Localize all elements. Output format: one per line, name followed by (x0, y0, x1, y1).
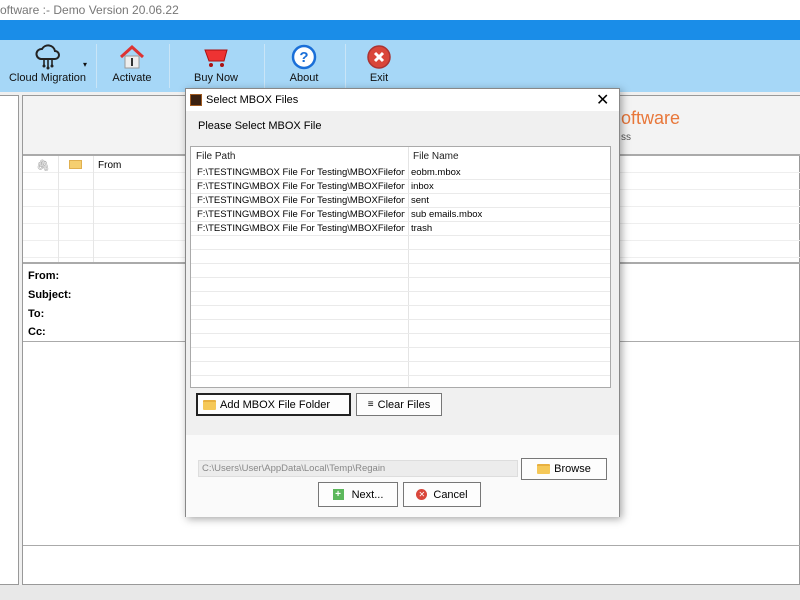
empty-row (191, 292, 610, 306)
file-path-column-header[interactable]: File Path (191, 147, 235, 165)
clear-icon: ≡ (367, 399, 374, 410)
buy-now-label: Buy Now (193, 72, 239, 84)
brand-title: oftware (621, 108, 681, 128)
folder-icon (203, 399, 216, 410)
temp-path-input[interactable] (198, 460, 518, 477)
activate-label: Activate (112, 72, 152, 84)
file-name-cell: sub emails.mbox (411, 209, 483, 220)
empty-row (191, 362, 610, 376)
toolbar: Cloud Migration ▾ Activate Buy Now ? Abo… (0, 40, 800, 92)
empty-row (191, 236, 610, 250)
attachment-icon: 🖇 (36, 160, 50, 172)
window-title: oftware :- Demo Version 20.06.22 (0, 0, 800, 20)
column-divider (58, 156, 59, 262)
file-path-cell: F:\TESTING\MBOX File For Testing\MBOXFil… (197, 181, 405, 192)
empty-row (191, 278, 610, 292)
next-button[interactable]: + Next... (318, 482, 398, 507)
plus-icon: + (332, 489, 344, 500)
cart-icon (204, 49, 228, 67)
subject-label: Subject: (28, 289, 72, 301)
file-row[interactable]: F:\TESTING\MBOX File For Testing\MBOXFil… (191, 222, 610, 236)
svg-text:?: ? (299, 49, 308, 66)
instruction-label: Please Select MBOX File (198, 120, 322, 132)
folder-icon (537, 464, 551, 474)
from-label: From: (28, 270, 60, 282)
empty-row (191, 348, 610, 362)
brand-subtitle: ss (621, 132, 631, 143)
select-mbox-dialog: Select MBOX Files ✕ Please Select MBOX F… (185, 88, 620, 517)
status-bar (0, 585, 800, 600)
file-path-cell: F:\TESTING\MBOX File For Testing\MBOXFil… (197, 195, 405, 206)
folder-tree-panel[interactable] (0, 95, 19, 585)
file-row[interactable]: F:\TESTING\MBOX File For Testing\MBOXFil… (191, 194, 610, 208)
close-circle-icon (367, 45, 391, 69)
from-column-header[interactable]: From (98, 160, 121, 171)
file-name-cell: trash (411, 223, 433, 234)
about-button[interactable]: ? About (265, 40, 343, 92)
cancel-label: Cancel (433, 488, 468, 501)
close-icon[interactable]: ✕ (596, 90, 609, 110)
file-path-cell: F:\TESTING\MBOX File For Testing\MBOXFil… (197, 209, 405, 220)
empty-row (191, 320, 610, 334)
empty-row (191, 334, 610, 348)
column-divider (93, 156, 94, 262)
dialog-titlebar: Select MBOX Files ✕ (186, 89, 619, 111)
add-mbox-folder-button[interactable]: Add MBOX File Folder (196, 393, 351, 416)
cloud-migration-button[interactable]: Cloud Migration ▾ (0, 40, 95, 92)
file-list[interactable]: File Path File Name F:\TESTING\MBOX File… (190, 146, 611, 388)
next-label: Next... (351, 488, 384, 501)
browse-label: Browse (554, 463, 591, 475)
empty-row (191, 306, 610, 320)
help-icon: ? (291, 44, 317, 70)
activate-button[interactable]: Activate (97, 40, 167, 92)
clear-files-label: Clear Files (377, 398, 431, 411)
cancel-icon: ✕ (416, 489, 428, 500)
file-name-cell: inbox (411, 181, 434, 192)
to-label: To: (28, 308, 45, 320)
clear-files-button[interactable]: ≡ Clear Files (356, 393, 442, 416)
cloud-migration-label: Cloud Migration (8, 72, 87, 84)
file-name-cell: eobm.mbox (411, 167, 461, 178)
cloud-icon (34, 44, 60, 70)
file-row[interactable]: F:\TESTING\MBOX File For Testing\MBOXFil… (191, 180, 610, 194)
dialog-title: Select MBOX Files (206, 94, 299, 106)
envelope-icon (69, 160, 82, 169)
file-name-cell: sent (411, 195, 429, 206)
empty-row (191, 250, 610, 264)
file-row[interactable]: F:\TESTING\MBOX File For Testing\MBOXFil… (191, 166, 610, 180)
add-mbox-folder-label: Add MBOX File Folder (220, 398, 331, 411)
empty-row (191, 264, 610, 278)
home-key-icon (119, 44, 145, 69)
exit-label: Exit (369, 72, 389, 84)
buy-now-button[interactable]: Buy Now (170, 40, 262, 92)
about-label: About (289, 72, 319, 84)
file-row[interactable]: F:\TESTING\MBOX File For Testing\MBOXFil… (191, 208, 610, 222)
cc-label: Cc: (28, 326, 46, 338)
file-path-cell: F:\TESTING\MBOX File For Testing\MBOXFil… (197, 167, 405, 178)
cancel-button[interactable]: ✕ Cancel (403, 482, 481, 507)
exit-button[interactable]: Exit (346, 40, 412, 92)
dropdown-arrow-icon[interactable]: ▾ (83, 60, 87, 69)
ribbon-band (0, 20, 800, 40)
browse-button[interactable]: Browse (521, 458, 607, 480)
app-logo-icon (190, 94, 202, 106)
file-name-column-header[interactable]: File Name (408, 147, 459, 165)
file-path-cell: F:\TESTING\MBOX File For Testing\MBOXFil… (197, 223, 405, 234)
